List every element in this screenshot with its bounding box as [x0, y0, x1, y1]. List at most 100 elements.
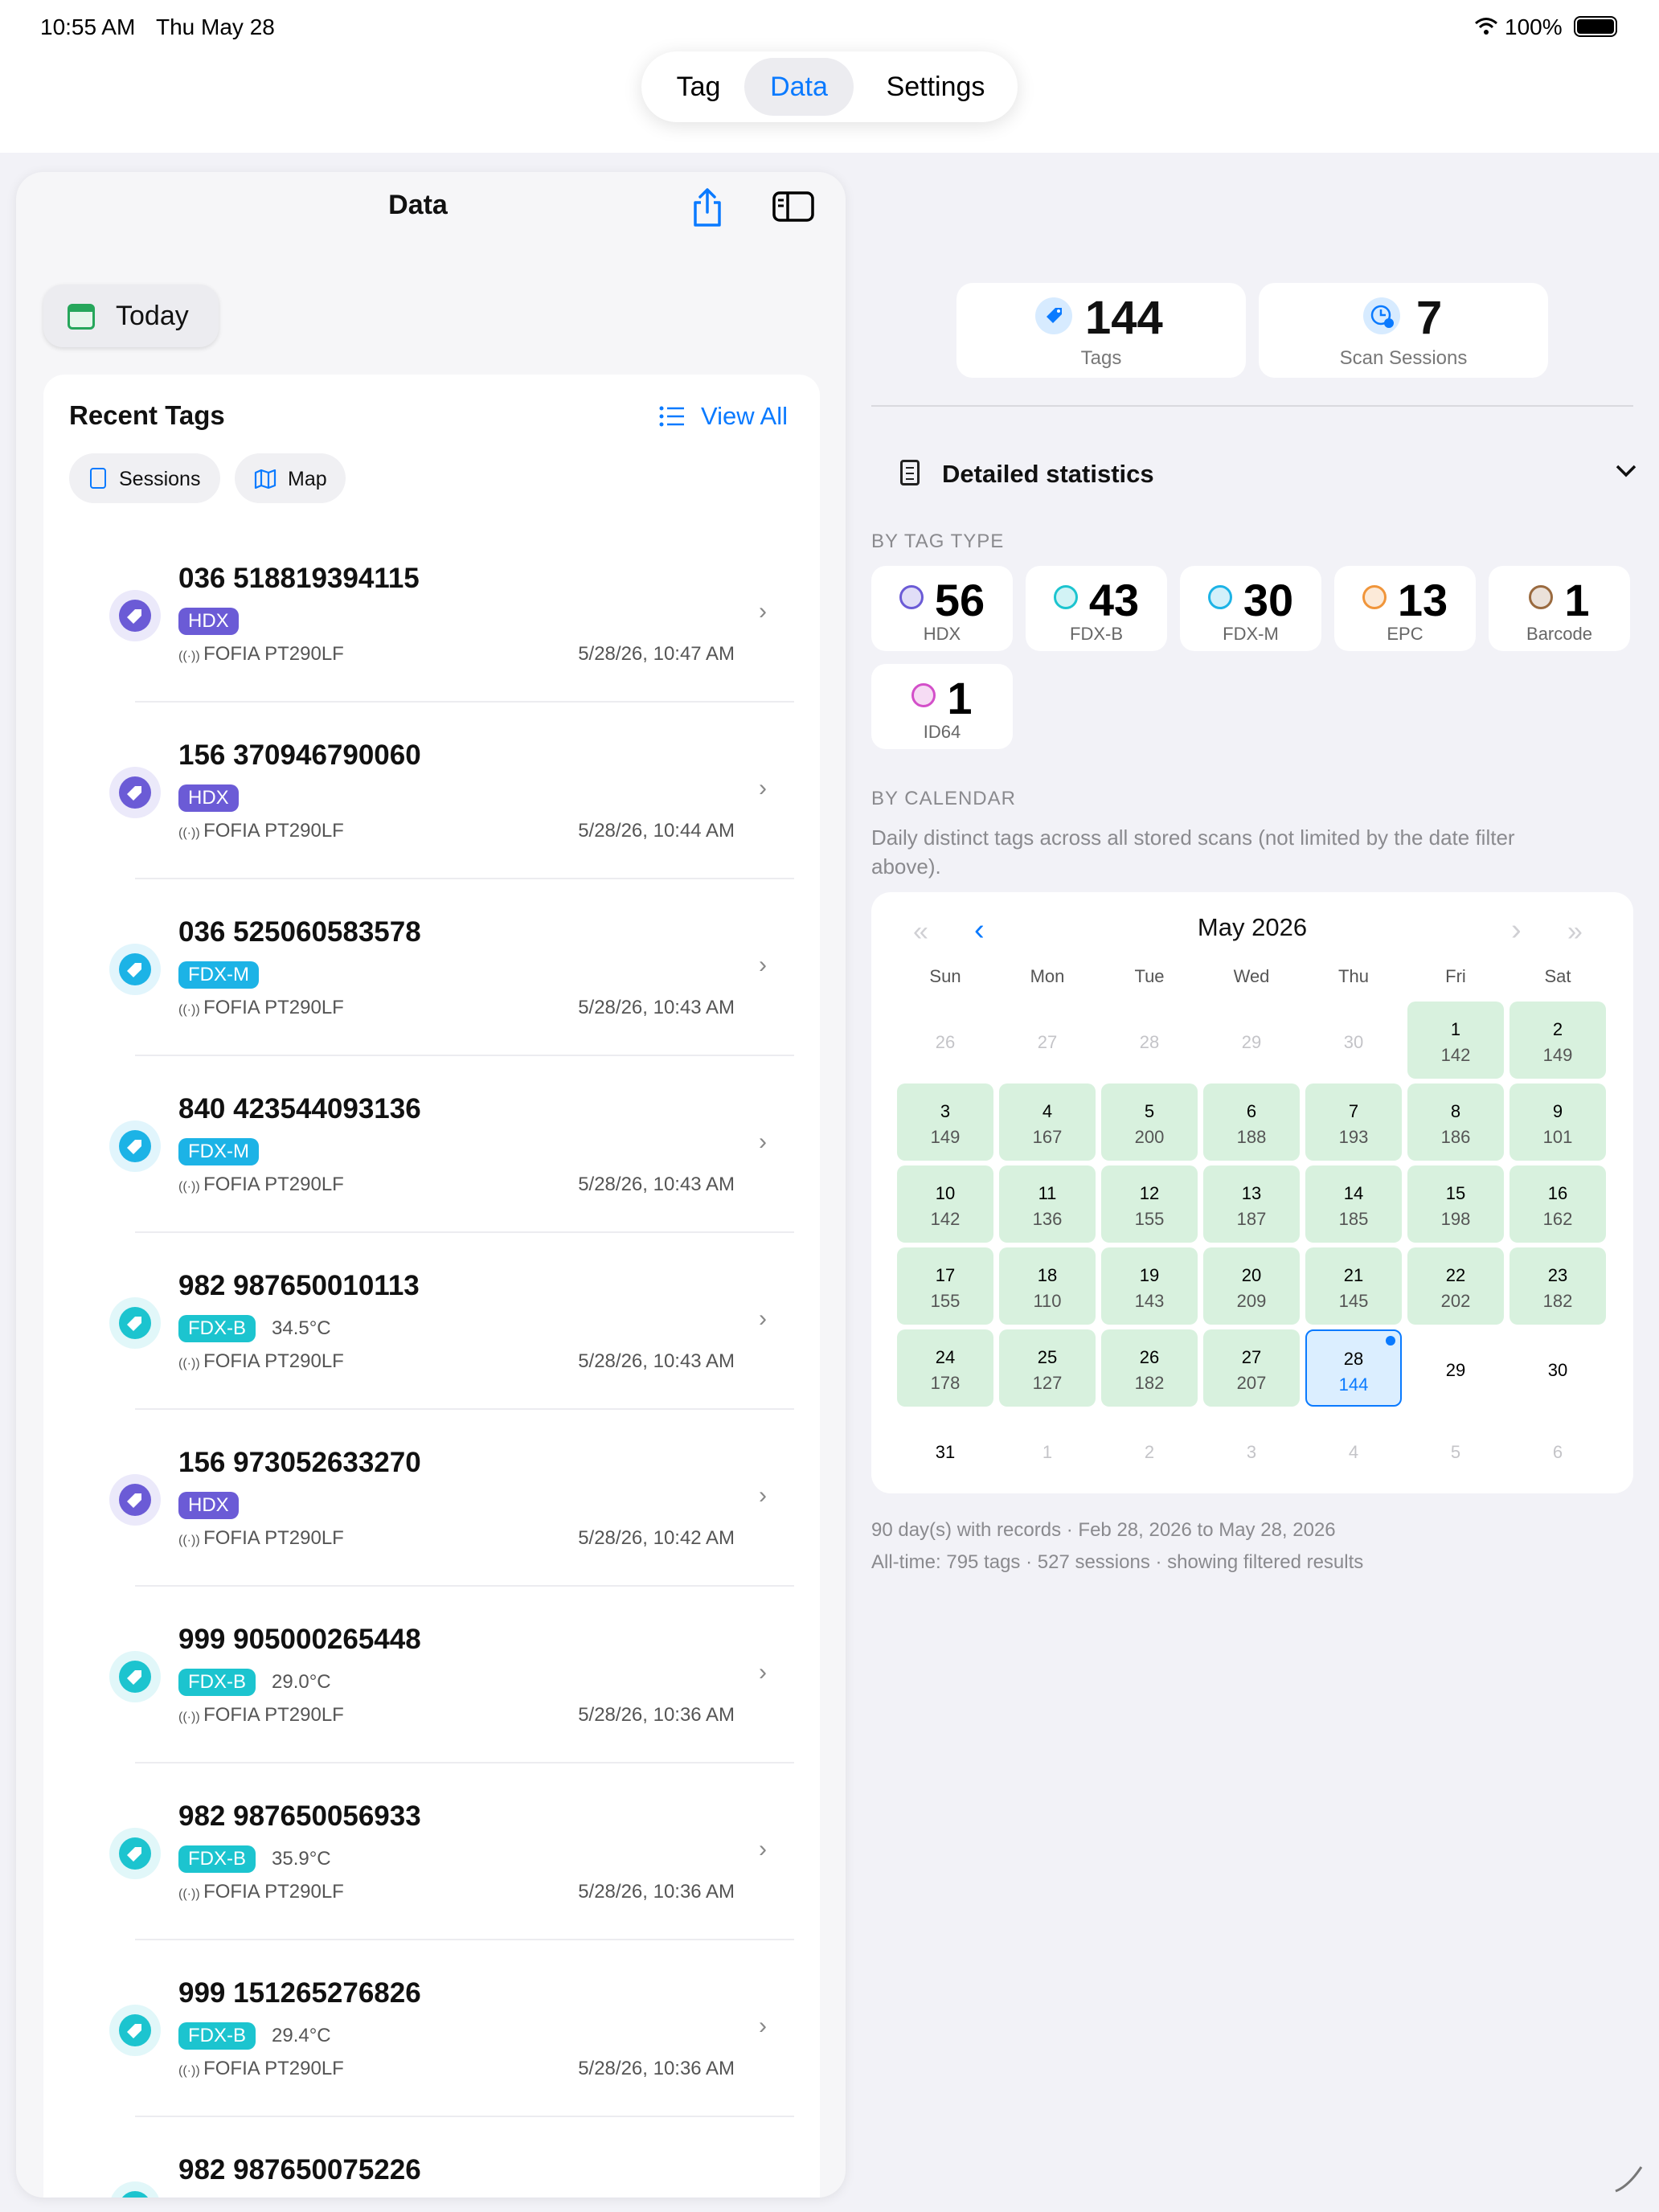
- tag-number: 156 973052633270: [178, 1447, 421, 1478]
- calendar-day[interactable]: 6 188: [1203, 1083, 1300, 1161]
- detailed-statistics-toggle[interactable]: Detailed statistics: [871, 444, 1643, 503]
- calendar-day[interactable]: 27: [999, 1002, 1096, 1079]
- calendar-day[interactable]: 17 155: [897, 1247, 993, 1325]
- calendar-day[interactable]: 2 149: [1509, 1002, 1606, 1079]
- tag-type-icon: [1529, 585, 1554, 610]
- clock-icon: [1363, 297, 1400, 334]
- tag-type-icon: [109, 2005, 161, 2056]
- calendar-day[interactable]: 3: [1203, 1411, 1300, 1489]
- list-item[interactable]: 982 987650056933 FDX-B 35.9°C ((·)) FOFIA P…: [84, 1763, 794, 1940]
- calendar-day[interactable]: 21 145: [1305, 1247, 1402, 1325]
- calendar-day[interactable]: 29: [1407, 1329, 1504, 1407]
- calendar-day[interactable]: 20 209: [1203, 1247, 1300, 1325]
- calendar-day[interactable]: 31: [897, 1411, 993, 1489]
- tag-type-icon: [109, 767, 161, 818]
- chevron-right-icon: ›: [759, 598, 767, 625]
- day-number: 29: [1241, 1032, 1262, 1052]
- day-number: 15: [1445, 1183, 1466, 1203]
- calendar-day[interactable]: 11 136: [999, 1165, 1096, 1243]
- calendar-day[interactable]: 18 110: [999, 1247, 1096, 1325]
- calendar-day[interactable]: 30: [1509, 1329, 1606, 1407]
- tab-tag[interactable]: Tag: [657, 58, 739, 116]
- list-item[interactable]: 999 905000265448 FDX-B 29.0°C ((·)) FOFIA P…: [84, 1587, 794, 1763]
- calendar-day[interactable]: 1 142: [1407, 1002, 1504, 1079]
- calendar-day[interactable]: 29: [1203, 1002, 1300, 1079]
- tab-settings[interactable]: Settings: [863, 58, 1008, 116]
- sidebar-toggle-icon[interactable]: [772, 188, 815, 225]
- calendar-day[interactable]: 23 182: [1509, 1247, 1606, 1325]
- tags-count: 144: [1085, 292, 1163, 344]
- tag-type-badge: HDX: [178, 784, 239, 812]
- reader-label: FOFIA PT290LF: [203, 1704, 344, 1726]
- day-count: 167: [1032, 1127, 1063, 1147]
- tag-type-icon: [109, 1828, 161, 1879]
- calendar-day[interactable]: 10 142: [897, 1165, 993, 1243]
- calendar-day[interactable]: 26 182: [1101, 1329, 1198, 1407]
- chevron-right-icon: ›: [759, 1129, 767, 1155]
- day-count: 162: [1542, 1209, 1573, 1229]
- chevron-right-icon: ›: [759, 2189, 767, 2198]
- calendar-day[interactable]: 12 155: [1101, 1165, 1198, 1243]
- calendar-day[interactable]: 4 167: [999, 1083, 1096, 1161]
- day-number: 6: [1552, 1442, 1563, 1462]
- list-item[interactable]: 840 423544093136 FDX-M ((·)) FOFIA PT290LF…: [84, 1056, 794, 1233]
- list-item[interactable]: 982 987650010113 FDX-B 34.5°C ((·)) FOFIA P…: [84, 1233, 794, 1410]
- calendar-day[interactable]: 4: [1305, 1411, 1402, 1489]
- calendar-day[interactable]: 16 162: [1509, 1165, 1606, 1243]
- weekday-label: Sat: [1544, 966, 1571, 986]
- day-count: 142: [1440, 1045, 1471, 1065]
- day-number: 8: [1450, 1101, 1461, 1121]
- calendar-day[interactable]: 8 186: [1407, 1083, 1504, 1161]
- share-icon[interactable]: [685, 185, 730, 230]
- tag-type-icon: [109, 1651, 161, 1702]
- list-item[interactable]: 982 987650075226FDX-B›: [84, 2117, 794, 2198]
- calendar-day[interactable]: 1: [999, 1411, 1096, 1489]
- calendar-day[interactable]: 7 193: [1305, 1083, 1402, 1161]
- calendar-card: « ‹ May 2026 › » Sun Mon Tue Wed Thu Fri Sat 26…: [871, 892, 1633, 1493]
- day-number: 4: [1042, 1101, 1053, 1121]
- list-item[interactable]: 156 370946790060 HDX ((·)) FOFIA PT290LF 5/…: [84, 703, 794, 879]
- battery-percent: 100%: [1505, 14, 1563, 39]
- calendar-day[interactable]: 24 178: [897, 1329, 993, 1407]
- calendar-day[interactable]: 6: [1509, 1411, 1606, 1489]
- calendar-day[interactable]: 2: [1101, 1411, 1198, 1489]
- calendar-day[interactable]: 13 187: [1203, 1165, 1300, 1243]
- calendar-day[interactable]: 28: [1101, 1002, 1198, 1079]
- scan-time: 5/28/26, 10:43 AM: [578, 997, 735, 1018]
- tag-type-badge: FDX-M: [178, 1138, 259, 1165]
- day-count: 186: [1440, 1127, 1471, 1147]
- calendar-day[interactable]: 15 198: [1407, 1165, 1504, 1243]
- calendar-day[interactable]: 5 200: [1101, 1083, 1198, 1161]
- tab-data[interactable]: Data: [744, 58, 854, 116]
- calendar-day[interactable]: 5: [1407, 1411, 1504, 1489]
- calendar-day[interactable]: 3 149: [897, 1083, 993, 1161]
- weekday-label: Tue: [1134, 966, 1165, 986]
- tag-type-tile: 1 ID64: [871, 664, 1013, 749]
- calendar-day[interactable]: 22 202: [1407, 1247, 1504, 1325]
- calendar-day[interactable]: 30: [1305, 1002, 1402, 1079]
- list-item[interactable]: 999 151265276826 FDX-B 29.4°C ((·)) FOFIA P…: [84, 1940, 794, 2117]
- calendar-day[interactable]: 14 185: [1305, 1165, 1402, 1243]
- calendar-day[interactable]: 19 143: [1101, 1247, 1198, 1325]
- reader-name: ((·)) FOFIA PT290LF: [178, 643, 344, 666]
- day-number: 19: [1139, 1265, 1160, 1285]
- calendar-day[interactable]: 26: [897, 1002, 993, 1079]
- reader-name: ((·)) FOFIA PT290LF: [178, 820, 344, 842]
- tags-summary-card: 144 Tags: [956, 283, 1246, 378]
- document-icon: [900, 460, 920, 485]
- list-item[interactable]: 036 518819394115 HDX ((·)) FOFIA PT290LF 5/…: [84, 526, 794, 703]
- list-item[interactable]: 036 525060583578 FDX-M ((·)) FOFIA PT290LF…: [84, 879, 794, 1056]
- date-filter-button[interactable]: Today: [43, 285, 219, 347]
- calendar-day[interactable]: 28 144: [1305, 1329, 1402, 1407]
- day-number: 18: [1037, 1265, 1058, 1285]
- calendar-day[interactable]: 25 127: [999, 1329, 1096, 1407]
- day-number: 27: [1241, 1347, 1262, 1367]
- tag-number: 999 905000265448: [178, 1624, 421, 1655]
- tag-type-tile: 1 Barcode: [1489, 566, 1630, 651]
- day-number: 31: [935, 1442, 956, 1462]
- calendar-day[interactable]: 9 101: [1509, 1083, 1606, 1161]
- calendar-day[interactable]: 27 207: [1203, 1329, 1300, 1407]
- tag-type-label: HDX: [923, 624, 961, 644]
- main-segmented-control: Tag Data Settings: [641, 51, 1018, 122]
- list-item[interactable]: 156 973052633270 HDX ((·)) FOFIA PT290LF 5/…: [84, 1410, 794, 1587]
